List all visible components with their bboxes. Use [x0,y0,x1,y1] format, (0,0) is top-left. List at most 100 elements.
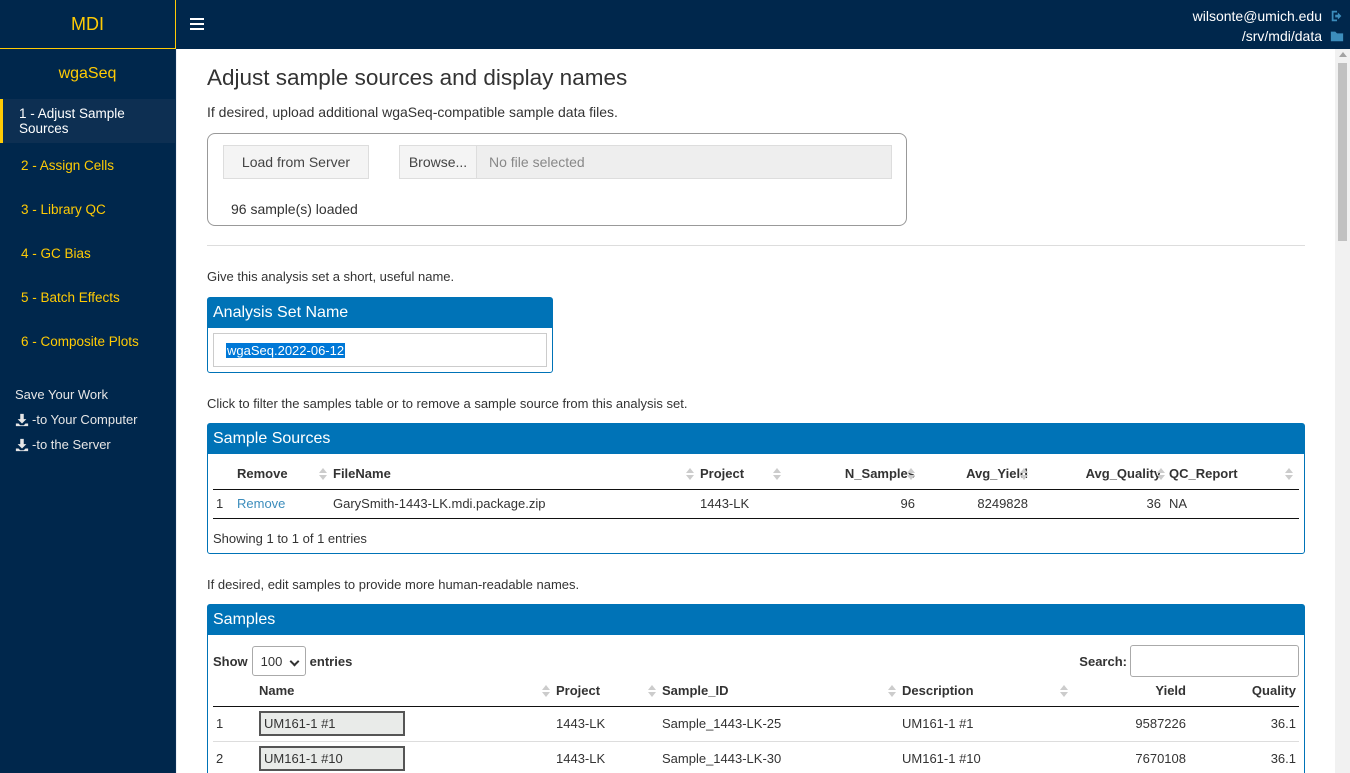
table-row[interactable]: 1 UM161-1 #1 1443-LK Sample_1443-LK-25 U… [213,706,1299,741]
column-header-project[interactable]: Project [700,459,787,490]
column-header-n-samples[interactable]: N_Samples [787,459,915,490]
search-box: Search: [1079,645,1299,677]
sign-out-icon[interactable] [1330,9,1344,23]
app-logo[interactable]: MDI [0,0,176,49]
project-cell: 1443-LK [556,751,606,767]
divider [207,245,1305,246]
sidebar-item-composite-plots[interactable]: 6 - Composite Plots [0,319,175,363]
download-icon [15,413,29,426]
table-info: Showing 1 to 1 of 1 entries [213,531,367,546]
column-header-quality[interactable]: Quality [1192,676,1299,707]
sample-sources-panel: Sample Sources Remove FileName Project N… [207,423,1305,554]
main-content: Adjust sample sources and display names … [177,49,1335,773]
n-samples-cell: 96 [900,496,915,511]
analysis-name-hint: Give this analysis set a short, useful n… [207,269,455,284]
page-title: Adjust sample sources and display names [207,65,628,90]
app-name: wgaSeq [58,65,117,82]
sample-id-cell: Sample_1443-LK-25 [662,716,782,731]
column-header-index [213,459,237,490]
quality-cell: 36.1 [1270,716,1296,731]
sidebar-item-batch-effects[interactable]: 5 - Batch Effects [0,275,175,319]
column-header-name[interactable]: Name [259,676,556,707]
sort-icon [907,468,915,480]
save-to-server-label: -to the Server [32,437,111,452]
column-header-description[interactable]: Description [902,676,1074,707]
row-index: 2 [216,751,224,767]
menu-toggle-icon[interactable] [190,15,204,33]
sidebar-item-library-qc[interactable]: 3 - Library QC [0,187,175,231]
column-header-remove[interactable]: Remove [237,459,333,490]
samples-title: Samples [208,605,1304,635]
sample-id-cell: Sample_1443-LK-30 [662,751,782,767]
sort-icon [542,685,550,697]
column-header-avg-quality[interactable]: Avg_Quality [1028,459,1167,490]
file-name-field[interactable]: No file selected [477,145,892,179]
save-to-server-link[interactable]: -to the Server [0,437,175,452]
sidebar-nav: 1 - Adjust Sample Sources 2 - Assign Cel… [0,99,175,363]
search-input[interactable] [1130,645,1299,677]
sidebar-item-adjust-sample-sources[interactable]: 1 - Adjust Sample Sources [0,99,175,143]
description-cell: UM161-1 #10 [902,751,981,767]
analysis-set-name-input[interactable]: wgaSeq.2022-06-12 [213,333,547,367]
entries-select[interactable]: 100 [251,646,306,676]
yield-cell: 7670108 [1135,751,1186,767]
table-controls: Show 100 entries Search: [213,640,1299,677]
download-icon [15,438,29,451]
row-index: 1 [216,716,224,731]
save-work-title: Save Your Work [15,387,108,402]
name-cell: UM161-1 #1 [259,706,556,741]
project-cell: 1443-LK [556,716,606,731]
project-cell: 1443-LK [700,496,750,511]
column-header-sample-id[interactable]: Sample_ID [662,676,902,707]
sample-name-input[interactable]: UM161-1 #10 [259,746,405,772]
table-row[interactable]: 1 Remove GarySmith-1443-LK.mdi.package.z… [213,489,1299,518]
row-index: 1 [216,496,224,511]
table-row[interactable]: 2 UM161-1 #10 1443-LK Sample_1443-LK-30 … [213,741,1299,773]
show-label: Show [213,653,248,669]
upload-box: Load from Server Browse... No file selec… [207,133,907,226]
sort-icon [1157,468,1165,480]
load-from-server-button[interactable]: Load from Server [223,145,369,179]
data-directory: /srv/mdi/data [1241,28,1322,44]
sidebar-item-assign-cells[interactable]: 2 - Assign Cells [0,143,175,187]
avg-yield-cell: 8249828 [977,496,1028,511]
save-to-computer-link[interactable]: -to Your Computer [0,412,175,427]
browse-button[interactable]: Browse... [399,145,477,179]
yield-cell: 9587226 [1135,716,1186,731]
column-header-qc-report[interactable]: QC_Report [1167,459,1299,490]
remove-source-link[interactable]: Remove [237,496,285,511]
folder-icon[interactable] [1330,29,1344,43]
analysis-set-title: Analysis Set Name [208,298,552,328]
samples-panel: Samples Show 100 entries Search: Name Pr… [207,604,1305,773]
entries-label: entries [309,653,353,669]
column-header-yield[interactable]: Yield [1074,676,1192,707]
scrollbar-thumb[interactable] [1338,63,1347,241]
sample-name-input[interactable]: UM161-1 #1 [259,711,405,736]
sample-sources-title: Sample Sources [208,424,1304,454]
file-upload: Browse... No file selected [399,145,892,179]
name-cell: UM161-1 #10 [259,741,556,773]
page-subtitle: If desired, upload additional wgaSeq-com… [207,104,618,120]
scroll-up-icon[interactable] [1339,52,1347,57]
sort-icon [773,468,781,480]
remove-link-cell: Remove [237,489,333,518]
sort-icon [1020,468,1028,480]
sort-icon [648,685,656,697]
samples-hint: If desired, edit samples to provide more… [207,577,580,592]
sidebar-item-gc-bias[interactable]: 4 - GC Bias [0,231,175,275]
column-header-filename[interactable]: FileName [333,459,700,490]
column-header-avg-yield[interactable]: Avg_Yield [915,459,1028,490]
user-email: wilsonte@umich.edu [1192,8,1322,24]
avg-quality-cell: 36 [1146,496,1161,511]
samples-loaded-status: 96 sample(s) loaded [231,201,358,217]
column-header-project[interactable]: Project [556,676,662,707]
search-label: Search: [1079,653,1127,669]
sort-icon [319,468,327,480]
entries-length: Show 100 entries [213,646,352,676]
entries-value: 100 [260,653,283,669]
sort-icon [686,468,694,480]
qc-report-cell: NA [1169,496,1188,511]
analysis-set-name-value: wgaSeq.2022-06-12 [226,342,346,358]
scrollbar[interactable] [1335,49,1350,773]
column-header-index [213,676,259,707]
